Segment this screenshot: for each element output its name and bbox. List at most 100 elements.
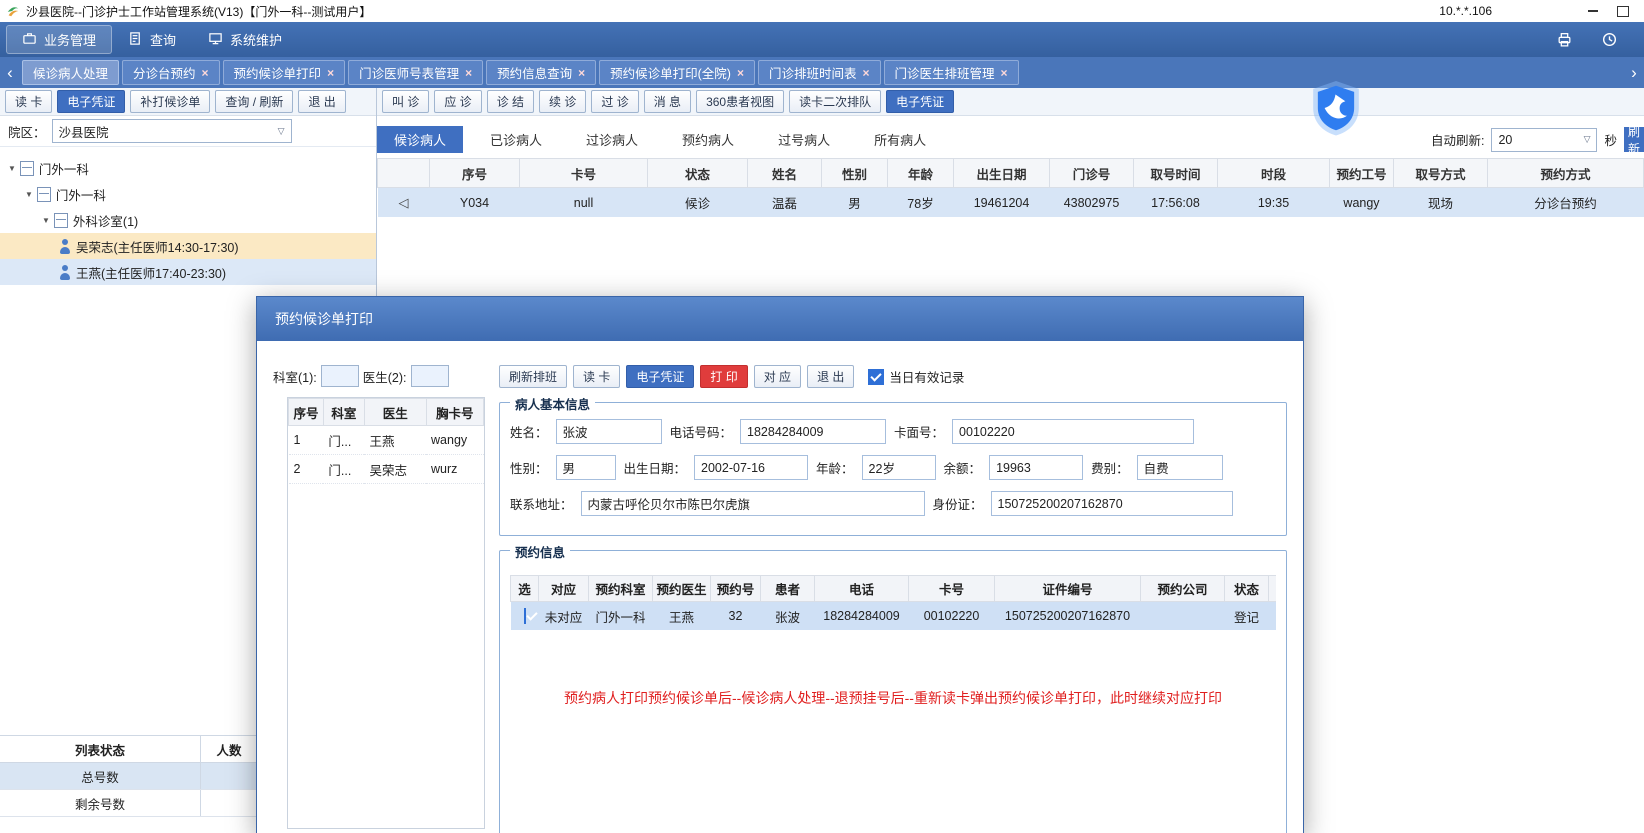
menu-item-maintenance[interactable]: 系统维护 (192, 25, 298, 54)
main-toolbar-button[interactable]: 360患者视图 (696, 90, 785, 113)
column-header[interactable]: 预约医生 (652, 575, 711, 602)
patient-filter-tab[interactable]: 候诊病人 (377, 126, 464, 153)
column-header[interactable]: 卡号 (519, 158, 648, 188)
patient-filter-tab[interactable]: 所有病人 (857, 126, 943, 153)
dialog-title-bar[interactable]: 预约候诊单打印 (257, 297, 1303, 341)
dialog-button[interactable]: 对 应 (753, 365, 802, 388)
field-value-input[interactable]: 自费 (1136, 455, 1223, 480)
main-toolbar-button[interactable]: 诊 结 (486, 90, 535, 113)
speaker-icon[interactable]: ◁ (399, 195, 409, 210)
tree-department-node[interactable]: ▼ 门外一科 (0, 155, 376, 181)
tab-close-icon[interactable]: × (202, 66, 209, 80)
campus-select[interactable]: 沙县医院 ▽ (51, 119, 292, 143)
field-value-input[interactable]: 2002-07-16 (694, 455, 809, 480)
column-header[interactable]: 证件编号 (994, 575, 1141, 602)
main-toolbar-button[interactable]: 过 诊 (591, 90, 639, 113)
tree-department-node[interactable]: ▼ 门外一科 (0, 181, 376, 207)
maximize-button[interactable] (1608, 1, 1638, 21)
column-header[interactable]: 序号 (429, 158, 520, 188)
row-checkbox-icon[interactable] (523, 608, 526, 624)
dialog-button[interactable]: 电子凭证 (626, 365, 695, 388)
column-header[interactable]: 取号方式 (1393, 158, 1488, 188)
tab-close-icon[interactable]: × (327, 66, 334, 80)
column-header[interactable]: 卡号 (908, 575, 995, 602)
expander-icon[interactable]: ▼ (8, 164, 16, 173)
dialog-button[interactable]: 退 出 (807, 365, 855, 388)
column-header[interactable]: 选 (510, 575, 539, 602)
patient-filter-tab[interactable]: 已诊病人 (473, 126, 559, 153)
column-header[interactable]: 出生日期 (953, 158, 1050, 188)
expander-icon[interactable]: ▼ (42, 216, 50, 225)
field-value-input[interactable]: 22岁 (861, 455, 936, 480)
column-header[interactable]: 时段 (1217, 158, 1330, 188)
workspace-tab[interactable]: 预约信息查询 × (486, 60, 597, 85)
scroll-right-icon[interactable]: › (1626, 60, 1642, 86)
column-header[interactable]: 取号时间 (1133, 158, 1218, 188)
tree-doctor-node[interactable]: 吴荣志(主任医师14:30-17:30) (0, 233, 376, 259)
dialog-button[interactable]: 打 印 (700, 365, 748, 388)
column-header[interactable]: 预约方式 (1487, 158, 1644, 188)
tab-close-icon[interactable]: × (465, 66, 472, 80)
schedule-row[interactable]: 1 门... 王燕 wangy (288, 425, 484, 455)
menu-item-business[interactable]: 业务管理 (6, 25, 113, 54)
valid-record-checkbox[interactable]: 当日有效记录 (868, 367, 964, 386)
field-value-input[interactable]: 男 (555, 455, 616, 480)
main-toolbar-button[interactable]: 应 诊 (434, 90, 482, 113)
field-value-input[interactable]: 18284284009 (740, 419, 887, 444)
column-header[interactable]: 胸卡号 (425, 398, 484, 426)
column-header[interactable] (377, 158, 430, 188)
field-value-input[interactable]: 内蒙古呼伦贝尔市陈巴尔虎旗 (580, 491, 925, 516)
floating-shield-logo[interactable] (1310, 80, 1362, 136)
column-header[interactable]: 医生 (363, 398, 427, 426)
tree-department-node[interactable]: ▼ 外科诊室(1) (0, 207, 376, 233)
tree-doctor-node[interactable]: 王燕(主任医师17:40-23:30) (0, 259, 376, 285)
column-header[interactable]: 预约号 (710, 575, 761, 602)
column-header[interactable]: 预约工号 (1329, 158, 1394, 188)
left-toolbar-button[interactable]: 查询 / 刷新 (215, 90, 294, 113)
field-value-input[interactable]: 张波 (555, 419, 662, 444)
column-header[interactable]: 性别 (821, 158, 888, 188)
field-value-input[interactable]: 150725200207162870 (990, 491, 1233, 516)
field-value-input[interactable]: 19963 (989, 455, 1084, 480)
column-header[interactable]: 电话 (814, 575, 909, 602)
column-header[interactable]: 预约公司 (1140, 575, 1225, 602)
appointment-row[interactable]: 未对应 门外一科 王燕 32 张波 18284284009 00102220 15072520… (510, 601, 1276, 630)
workspace-tab[interactable]: 预约候诊单打印(全院) × (599, 60, 755, 85)
tab-close-icon[interactable]: × (737, 66, 744, 80)
workspace-tab[interactable]: 门诊医生排班管理 × (883, 60, 1019, 85)
column-header[interactable]: 年龄 (887, 158, 954, 188)
dept-filter-input[interactable] (320, 365, 359, 387)
patient-filter-tab[interactable]: 过号病人 (761, 126, 847, 153)
column-header[interactable]: 预约科室 (588, 575, 653, 602)
main-toolbar-button[interactable]: 消 息 (643, 90, 692, 113)
column-header[interactable]: 门诊号 (1049, 158, 1134, 188)
checkbox-icon[interactable] (868, 368, 885, 385)
workspace-tab[interactable]: 分诊台预约 × (122, 60, 220, 85)
left-toolbar-button[interactable]: 读 卡 (5, 90, 53, 113)
menu-item-query[interactable]: 查询 (112, 25, 192, 54)
left-toolbar-button[interactable]: 补打候诊单 (130, 90, 211, 113)
tab-close-icon[interactable]: × (863, 66, 870, 80)
workspace-tab[interactable]: 门诊排班时间表 × (757, 60, 881, 85)
main-toolbar-button[interactable]: 叫 诊 (382, 90, 430, 113)
workspace-tab[interactable]: 门诊医师号表管理 × (348, 60, 484, 85)
patient-filter-tab[interactable]: 过诊病人 (569, 126, 655, 153)
left-toolbar-button[interactable]: 退 出 (298, 90, 346, 113)
refresh-circle-icon[interactable] (1601, 31, 1618, 48)
expander-icon[interactable]: ▼ (25, 190, 33, 199)
minimize-button[interactable] (1578, 1, 1608, 21)
tab-close-icon[interactable]: × (578, 66, 585, 80)
printer-icon[interactable] (1556, 31, 1573, 48)
column-header[interactable]: 状态 (647, 158, 748, 188)
main-toolbar-button[interactable]: 读卡二次排队 (789, 90, 882, 113)
doctor-filter-input[interactable] (410, 365, 449, 387)
schedule-row[interactable]: 2 门... 吴荣志 wurz (288, 454, 484, 484)
patient-filter-tab[interactable]: 预约病人 (665, 126, 751, 153)
field-value-input[interactable]: 00102220 (952, 419, 1195, 444)
column-header[interactable]: 姓名 (747, 158, 822, 188)
dialog-button[interactable]: 读 卡 (573, 365, 621, 388)
auto-refresh-select[interactable]: 20 ▽ (1491, 127, 1598, 152)
column-header[interactable]: 序号 (288, 398, 324, 426)
column-header[interactable]: 对应 (538, 575, 589, 602)
column-header[interactable]: 科室 (322, 398, 365, 426)
